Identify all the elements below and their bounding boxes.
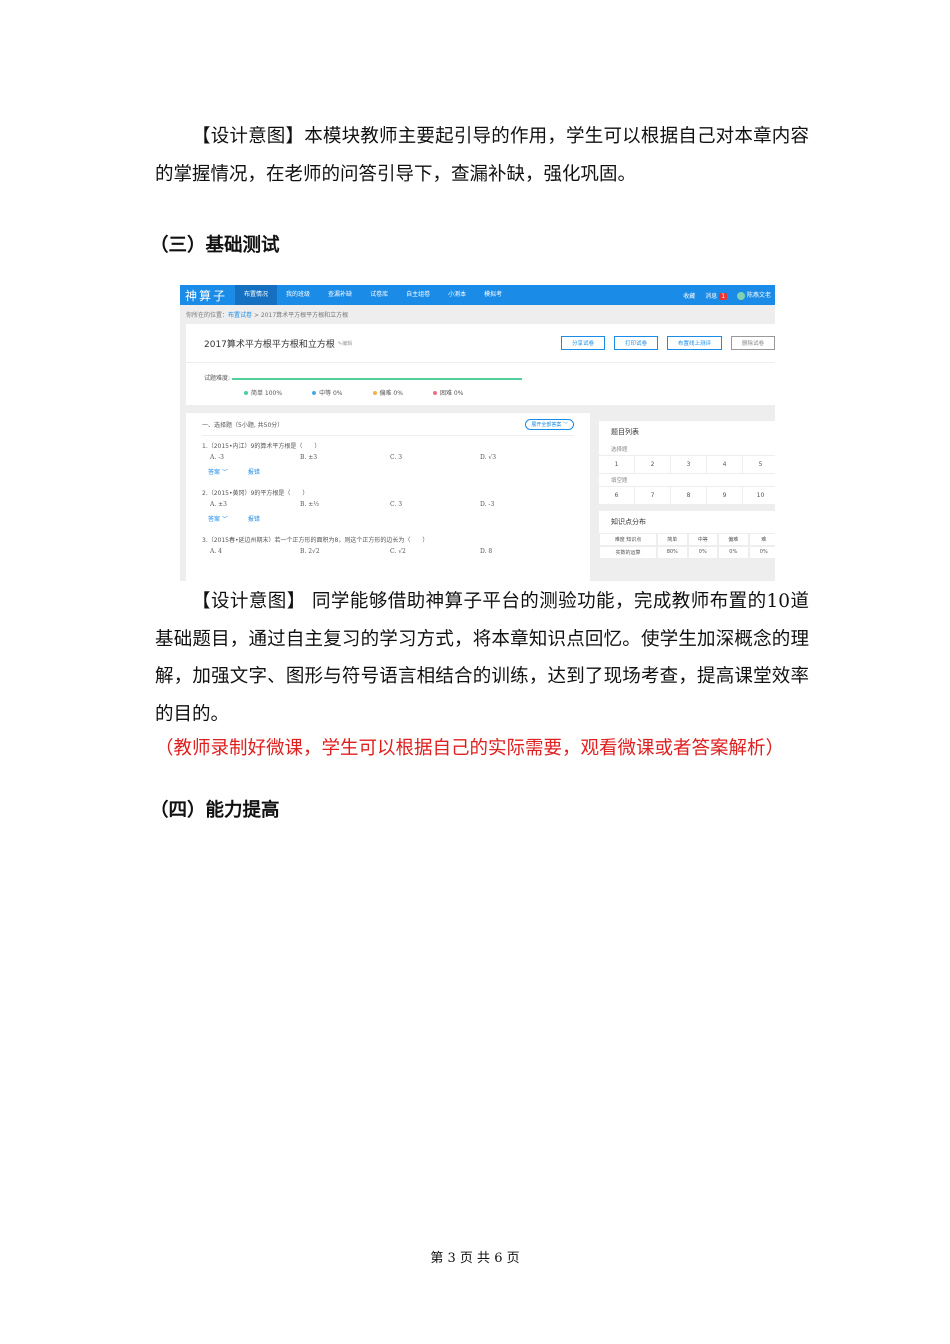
legend-very-hard: 困难 0% [432, 388, 463, 397]
option: D. 8 [480, 548, 493, 555]
section-heading-ability: （四）能力提高 [150, 800, 280, 821]
table-header: 中等 [687, 533, 718, 546]
assign-online-test-button[interactable]: 布置线上测评 [666, 336, 722, 350]
table-header: 难 [748, 533, 775, 546]
logo: 神算子 [185, 288, 228, 303]
answer-toggle[interactable]: 答案 ﹀ [208, 514, 228, 523]
table-header: 简单 [657, 533, 688, 546]
share-paper-button[interactable]: 分享试卷 [560, 336, 605, 350]
option: C. √2 [390, 548, 406, 555]
user-menu[interactable]: 陈燕文老 [737, 290, 771, 300]
question-number[interactable]: 3 [671, 456, 707, 473]
design-intent-paragraph-2: 【设计意图】 同学能够借助神算子平台的测验功能，完成教师布置的10道基础题目，通… [155, 591, 809, 725]
knowledge-table: 难度 知识点 简单 中等 偏难难 实数的运算 80% 0% 0% 0% [599, 533, 775, 559]
question-number[interactable]: 6 [599, 487, 635, 504]
choice-label: 选择题 [611, 447, 628, 453]
paper-header-card: 2017算术平方根平方根和立方根 ✎编辑 分享试卷 打印试卷 布置线上测评 删除… [186, 324, 775, 405]
embedded-screenshot: 神算子 布置情况 我的班级 查漏补缺 试卷库 自主组卷 小测本 模拟考 收藏 消… [180, 285, 775, 581]
nav-item[interactable]: 自主组卷 [397, 285, 439, 305]
nav-item[interactable]: 试卷库 [361, 285, 397, 305]
messages-label: 消息 [705, 292, 718, 300]
question-number[interactable]: 9 [707, 487, 743, 504]
option: B. 2√2 [300, 548, 320, 555]
breadcrumb-current: > 2017算术平方根平方根和立方根 [252, 312, 349, 319]
teacher-note: （教师录制好微课，学生可以根据自己的实际需要，观看微课或者答案解析） [155, 738, 785, 759]
legend-hard: 偏难 0% [372, 388, 403, 397]
difficulty-bar [232, 377, 523, 380]
option: D. √3 [480, 454, 497, 461]
question-item: 3.（2015春•延边州期末）若一个正方形的面积为8，则这个正方形的边长为（ ）… [202, 535, 574, 555]
message-count-badge: 1 [719, 292, 728, 300]
breadcrumb-prefix: 你所在的位置： [186, 312, 229, 319]
nav-item[interactable]: 模拟考 [475, 285, 511, 305]
design-intent-paragraph-1: 【设计意图】本模块教师主要起引导的作用，学生可以根据自己对本章内容的掌握情况，在… [155, 126, 809, 185]
fill-label: 填空题 [611, 478, 628, 484]
section-title: 一、选择题（5小题, 共50分） [202, 422, 284, 429]
question-item: 1.（2015•内江）9的算术平方根是（ ） A. -3 B. ±3 C. 3 D. … [202, 441, 574, 476]
nav-item[interactable]: 布置情况 [235, 285, 278, 305]
question-number[interactable]: 4 [707, 456, 743, 473]
top-nav: 神算子 布置情况 我的班级 查漏补缺 试卷库 自主组卷 小测本 模拟考 收藏 消… [180, 285, 775, 305]
nav-item[interactable]: 查漏补缺 [319, 285, 361, 305]
question-text: 3.（2015春•延边州期末）若一个正方形的面积为8，则这个正方形的边长为（ ） [202, 537, 429, 544]
paper-title: 2017算术平方根平方根和立方根 [204, 339, 335, 350]
question-text: 1.（2015•内江）9的算术平方根是（ ） [202, 443, 321, 450]
question-number[interactable]: 5 [743, 456, 775, 473]
avatar [737, 291, 746, 300]
difficulty-legend: 简单 100% 中等 0% 偏难 0% 困难 0% [244, 388, 775, 397]
difficulty-label: 试题难度: [204, 375, 231, 382]
table-cell: 80% [657, 546, 688, 559]
question-panel: 一、选择题（5小题, 共50分） 展开全部答案 ﹀ 1.（2015•内江）9的算术… [186, 413, 590, 581]
answer-toggle[interactable]: 答案 ﹀ [208, 467, 228, 476]
report-error-link[interactable]: 报错 [248, 514, 260, 523]
breadcrumb-link[interactable]: 布置试卷 [228, 312, 252, 319]
question-number[interactable]: 10 [743, 487, 775, 504]
question-list-title: 题目列表 [611, 428, 639, 436]
question-item: 2.（2015•黄冈）9的平方根是（ ） A. ±3 B. ±⅓ C. 3 D. -3… [202, 488, 574, 523]
question-list-panel: 题目列表 选择题 12345 填空题 6 7 8 9 10 知识点分布 难度 知识点 简单… [599, 421, 775, 559]
option: A. 4 [210, 548, 222, 555]
table-header: 难度 知识点 [599, 533, 657, 546]
edit-link[interactable]: ✎编辑 [338, 340, 352, 347]
messages-link[interactable]: 消息 1 [705, 291, 728, 300]
option: B. ±3 [300, 454, 318, 461]
section-heading-basic-test: （三）基础测试 [150, 235, 280, 256]
nav-item[interactable]: 我的班级 [277, 285, 319, 305]
option: C. 3 [390, 501, 403, 508]
question-text: 2.（2015•黄冈）9的平方根是（ ） [202, 490, 309, 497]
page-footer: 第 3 页 共 6 页 [430, 1251, 520, 1266]
option: A. -3 [210, 454, 224, 461]
option: C. 3 [390, 454, 403, 461]
table-cell: 0% [687, 546, 718, 559]
table-cell: 实数的运算 [599, 546, 657, 559]
table-cell: 0% [748, 546, 775, 559]
question-number[interactable]: 7 [635, 487, 671, 504]
option: B. ±⅓ [300, 501, 320, 508]
report-error-link[interactable]: 报错 [248, 467, 260, 476]
question-number[interactable]: 2 [635, 456, 671, 473]
table-cell: 0% [718, 546, 749, 559]
knowledge-title: 知识点分布 [611, 518, 646, 526]
expand-all-answers-button[interactable]: 展开全部答案 ﹀ [525, 419, 574, 430]
print-paper-button[interactable]: 打印试卷 [613, 336, 658, 350]
favorites-link[interactable]: 收藏 [683, 291, 695, 300]
question-number[interactable]: 1 [599, 456, 635, 473]
nav-item[interactable]: 小测本 [439, 285, 475, 305]
user-name: 陈燕文老 [746, 292, 771, 300]
legend-medium: 中等 0% [312, 388, 343, 397]
breadcrumb: 你所在的位置：布置试卷 > 2017算术平方根平方根和立方根 [180, 305, 775, 324]
question-number[interactable]: 8 [671, 487, 707, 504]
document-page: 【设计意图】本模块教师主要起引导的作用，学生可以根据自己对本章内容的掌握情况，在… [0, 0, 950, 1344]
delete-paper-button[interactable]: 删除试卷 [730, 336, 775, 350]
option: D. -3 [480, 501, 495, 508]
legend-easy: 简单 100% [244, 388, 282, 397]
option: A. ±3 [210, 501, 227, 508]
table-header: 偏难 [718, 533, 749, 546]
